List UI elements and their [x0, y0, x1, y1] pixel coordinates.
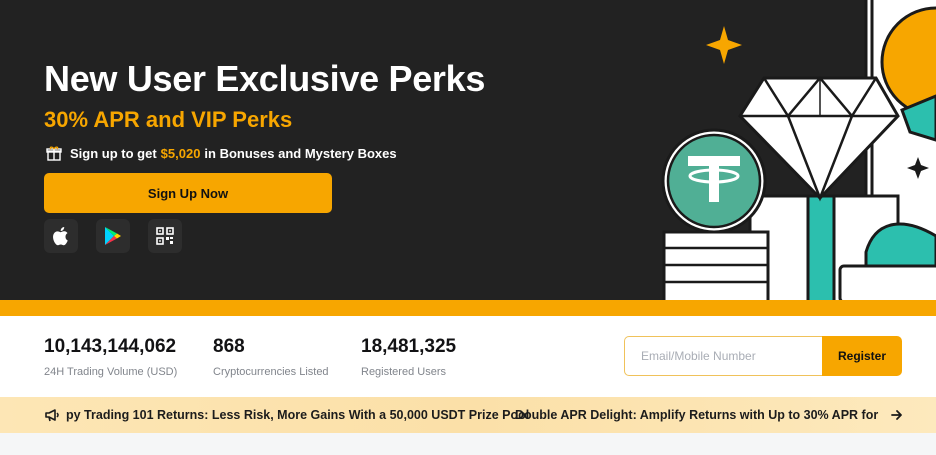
coin-stack-icon [662, 230, 770, 300]
stat-registered-users: 18,481,325 Registered Users [361, 336, 456, 378]
bonus-prefix: Sign up to get [70, 145, 157, 161]
app-store-button[interactable] [44, 219, 78, 253]
gift-icon [46, 146, 62, 161]
bonus-line: Sign up to get $5,020 in Bonuses and Mys… [46, 145, 397, 161]
accent-strip [0, 300, 936, 316]
register-form: Register [624, 336, 902, 376]
stat-cryptocurrencies: 868 Cryptocurrencies Listed [213, 336, 329, 378]
bonus-amount: $5,020 [160, 145, 201, 161]
page: New User Exclusive Perks 30% APR and VIP… [0, 0, 936, 455]
bonus-suffix: in Bonuses and Mystery Boxes [204, 145, 397, 161]
ticker-announcement-link[interactable]: Double APR Delight: Amplify Returns with… [515, 408, 882, 422]
hero-title: New User Exclusive Perks [44, 58, 486, 99]
stat-label: Registered Users [361, 366, 446, 378]
register-button[interactable]: Register [822, 336, 902, 376]
hero-subtitle: 30% APR and VIP Perks [44, 107, 293, 132]
stat-value: 868 [213, 336, 245, 357]
qr-code-button[interactable] [148, 219, 182, 253]
tether-coin-icon [661, 128, 767, 234]
stat-label: Cryptocurrencies Listed [213, 366, 329, 378]
apple-icon [53, 227, 68, 246]
sparkle-icon [706, 26, 742, 64]
ticker-track: py Trading 101 Returns: Less Risk, More … [66, 397, 882, 433]
qr-code-icon [156, 227, 174, 245]
stat-label: 24H Trading Volume (USD) [44, 366, 178, 378]
stat-trading-volume: 10,143,144,062 24H Trading Volume (USD) [44, 336, 177, 378]
stat-value: 18,481,325 [361, 336, 457, 357]
sign-up-button[interactable]: Sign Up Now [44, 173, 332, 213]
megaphone-icon [45, 409, 59, 422]
arrow-right-icon[interactable] [891, 408, 903, 422]
ticker-announcement-link[interactable]: py Trading 101 Returns: Less Risk, More … [66, 408, 529, 422]
page-bottom-area [0, 433, 936, 455]
email-mobile-input[interactable] [624, 336, 824, 376]
stats-bar: 10,143,144,062 24H Trading Volume (USD) … [0, 316, 936, 396]
google-play-icon [105, 227, 121, 245]
hero-banner: New User Exclusive Perks 30% APR and VIP… [0, 0, 936, 300]
stat-value: 10,143,144,062 [44, 336, 177, 357]
hero-illustration [661, 0, 936, 300]
announcement-ticker: py Trading 101 Returns: Less Risk, More … [0, 397, 936, 433]
google-play-button[interactable] [96, 219, 130, 253]
